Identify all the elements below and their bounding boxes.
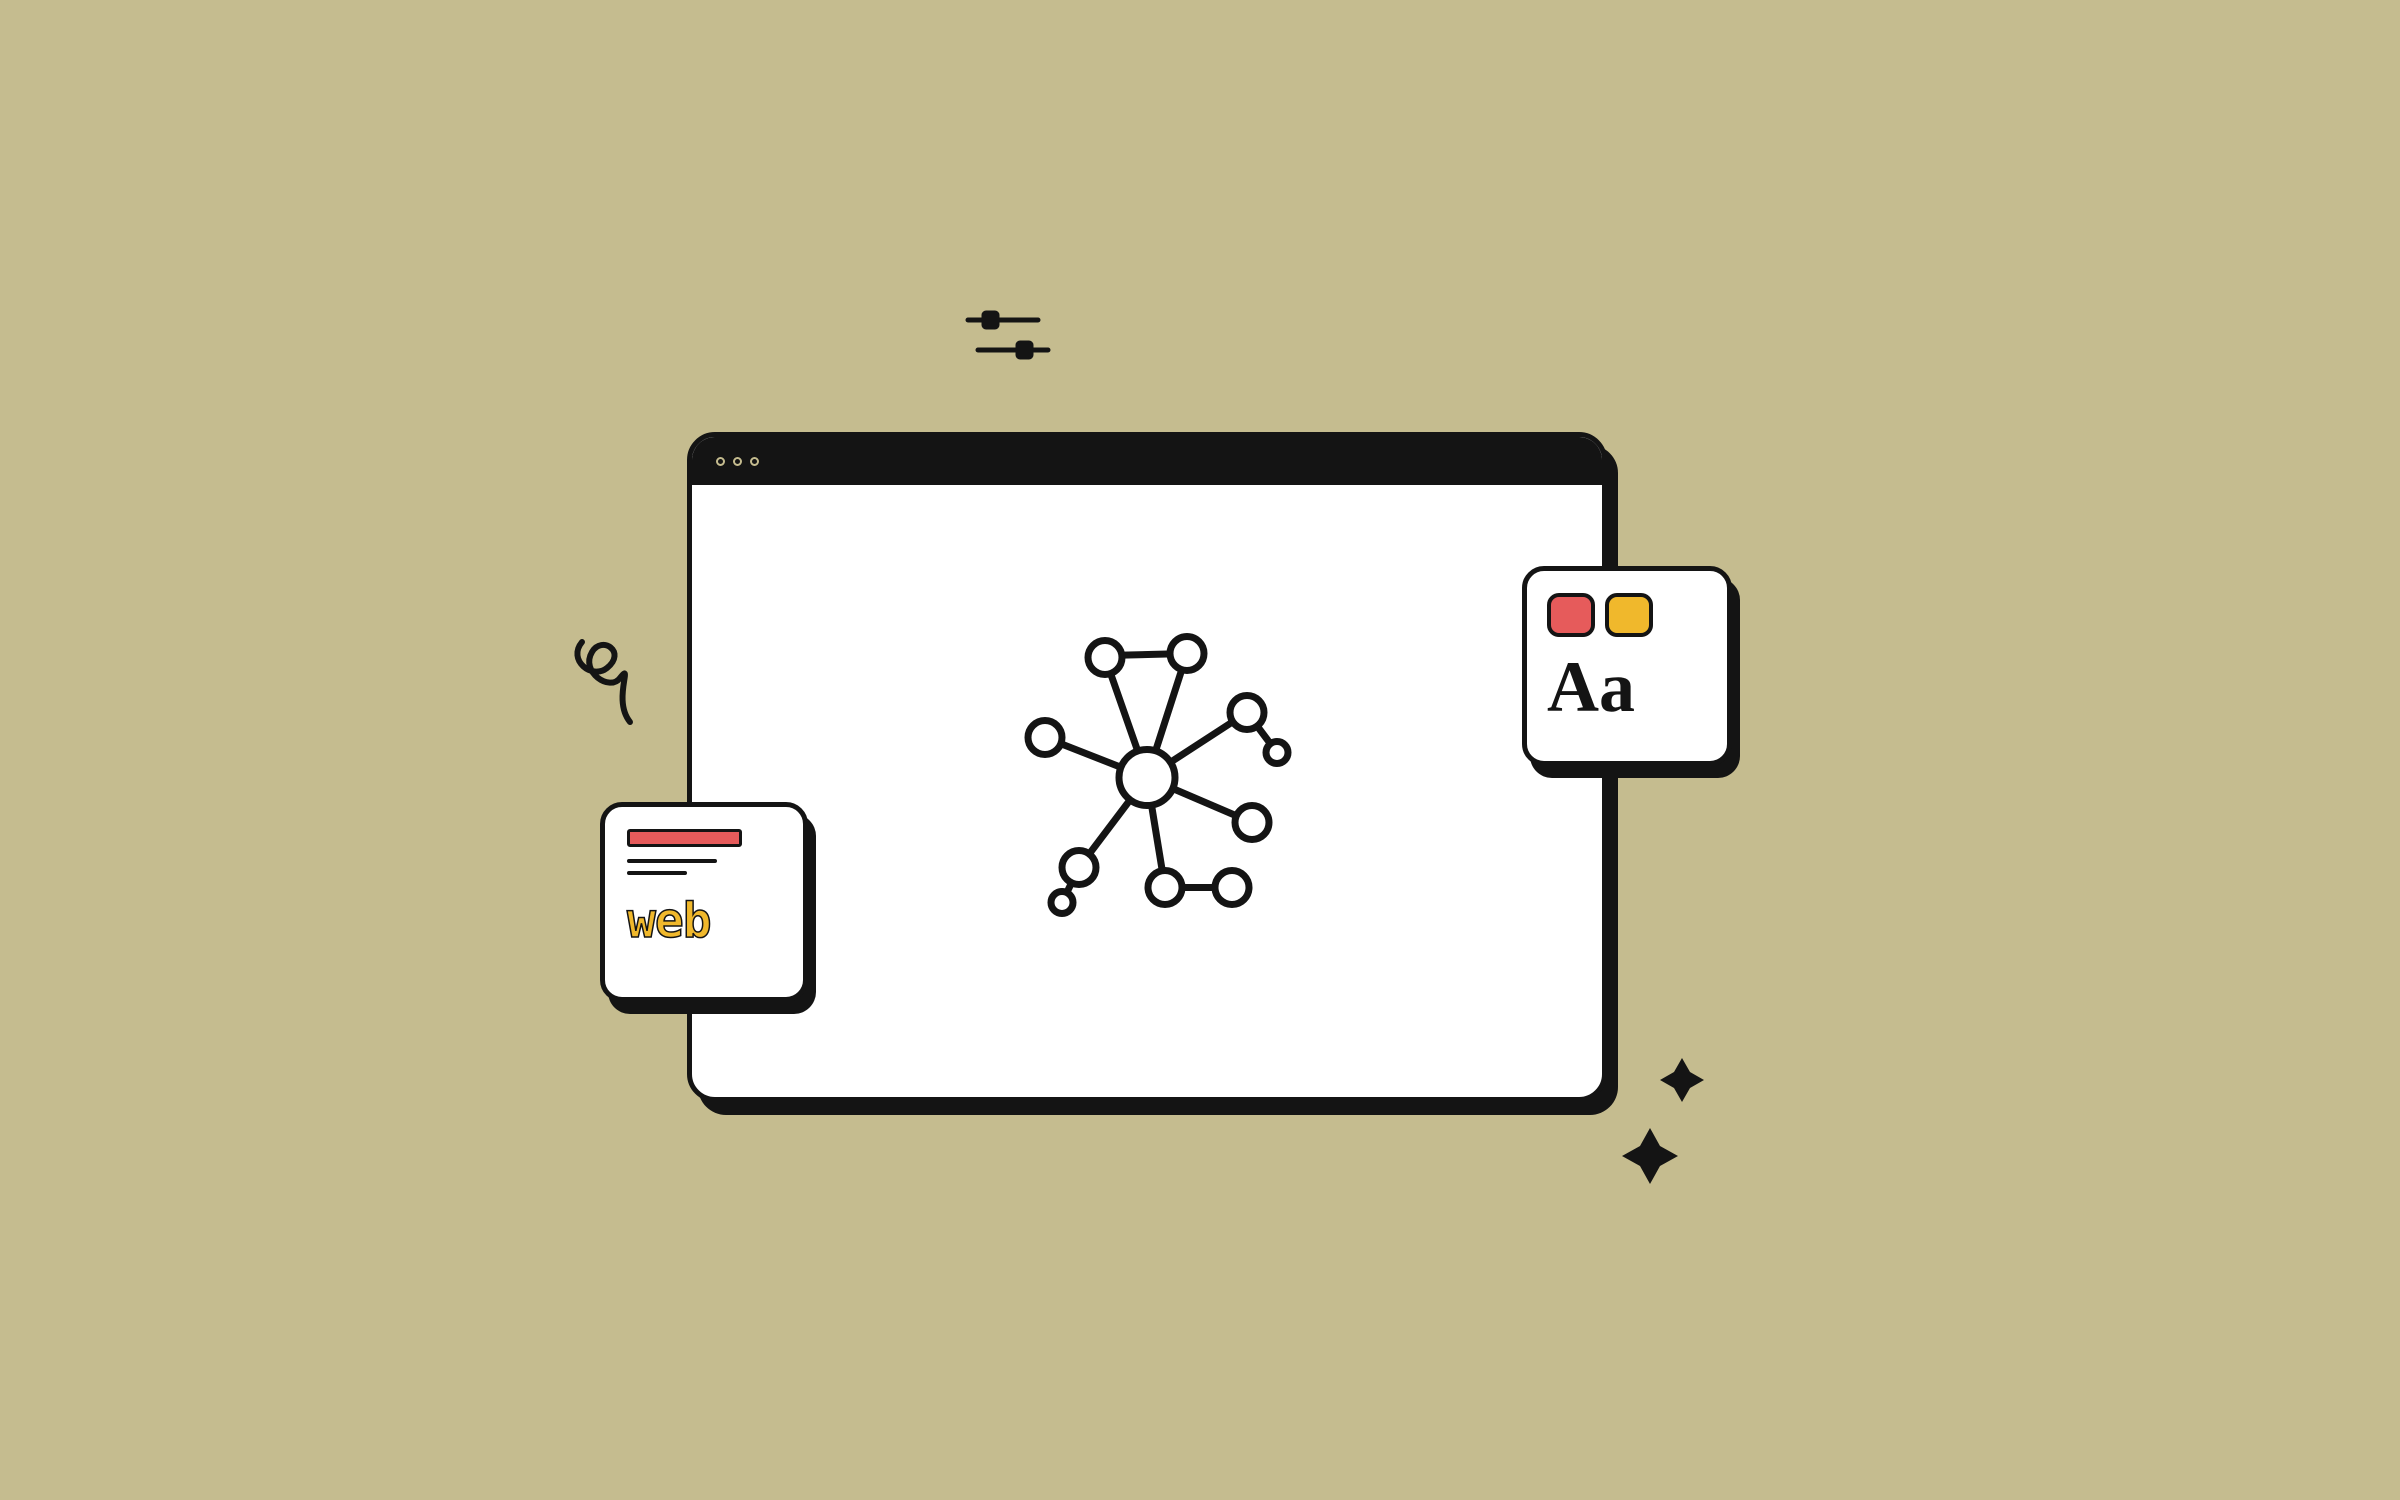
window-titlebar (692, 437, 1602, 485)
sparkle-icon (1620, 1050, 1720, 1195)
text-line-icon (627, 859, 717, 863)
title-bar-accent (627, 829, 742, 847)
text-line-icon (627, 871, 687, 875)
traffic-light-dot (750, 457, 759, 466)
traffic-light-dot (733, 457, 742, 466)
color-swatch-red (1547, 593, 1595, 637)
typography-card: Aa (1522, 566, 1732, 766)
typography-sample-label: Aa (1547, 651, 1707, 723)
network-graph-icon (977, 608, 1317, 953)
browser-window (687, 432, 1607, 1102)
traffic-light-dot (716, 457, 725, 466)
squiggle-icon (562, 630, 652, 745)
color-swatch-yellow (1605, 593, 1653, 637)
web-card: web (600, 802, 808, 1002)
web-card-label: web (627, 893, 781, 949)
sliders-icon (960, 300, 1055, 375)
color-swatches (1547, 593, 1707, 637)
